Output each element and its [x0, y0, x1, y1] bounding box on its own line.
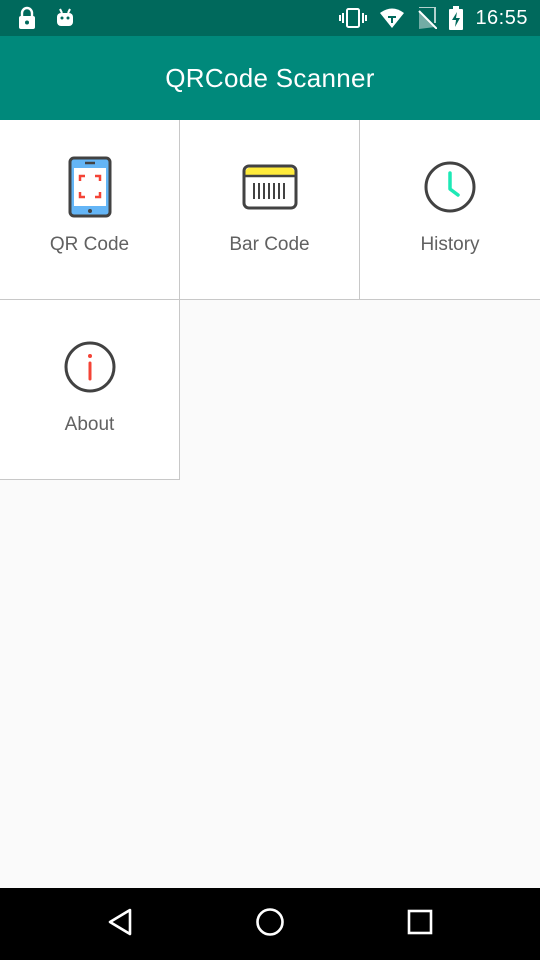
wifi-icon — [379, 7, 405, 29]
navigation-bar — [0, 888, 540, 960]
home-icon — [255, 907, 285, 942]
screen: 16:55 QRCode Scanner QR Code Bar Code Hi… — [0, 0, 540, 960]
vibrate-icon — [339, 7, 368, 29]
recents-icon — [407, 909, 433, 940]
bar-code-label: Bar Code — [229, 234, 310, 255]
back-icon — [107, 908, 133, 941]
icon-wrap — [360, 158, 540, 220]
back-button[interactable] — [80, 888, 160, 960]
status-right-icons: 16:55 — [339, 0, 528, 36]
status-bar: 16:55 — [0, 0, 540, 36]
about-tile[interactable]: About — [0, 300, 180, 480]
history-label: History — [420, 234, 480, 255]
qr-code-label: QR Code — [49, 234, 130, 255]
qr-code-tile[interactable]: QR Code — [0, 120, 180, 300]
icon-wrap — [0, 338, 179, 400]
icon-wrap — [180, 158, 359, 220]
info-icon — [63, 340, 117, 399]
app-bar: QRCode Scanner — [0, 36, 540, 120]
phone-qr-icon — [68, 156, 112, 223]
android-icon — [54, 7, 76, 29]
battery-charging-icon — [449, 6, 464, 30]
status-clock: 16:55 — [475, 6, 528, 29]
history-tile[interactable]: History — [360, 120, 540, 300]
app-title: QRCode Scanner — [165, 62, 375, 93]
clock-icon — [423, 160, 477, 219]
recents-button[interactable] — [380, 888, 460, 960]
lock-icon — [16, 6, 38, 30]
barcode-icon — [242, 164, 298, 215]
icon-wrap — [0, 156, 179, 223]
home-button[interactable] — [230, 888, 310, 960]
about-label: About — [64, 414, 115, 435]
bar-code-tile[interactable]: Bar Code — [180, 120, 360, 300]
status-left-icons — [16, 6, 76, 30]
no-sim-icon — [417, 7, 438, 29]
